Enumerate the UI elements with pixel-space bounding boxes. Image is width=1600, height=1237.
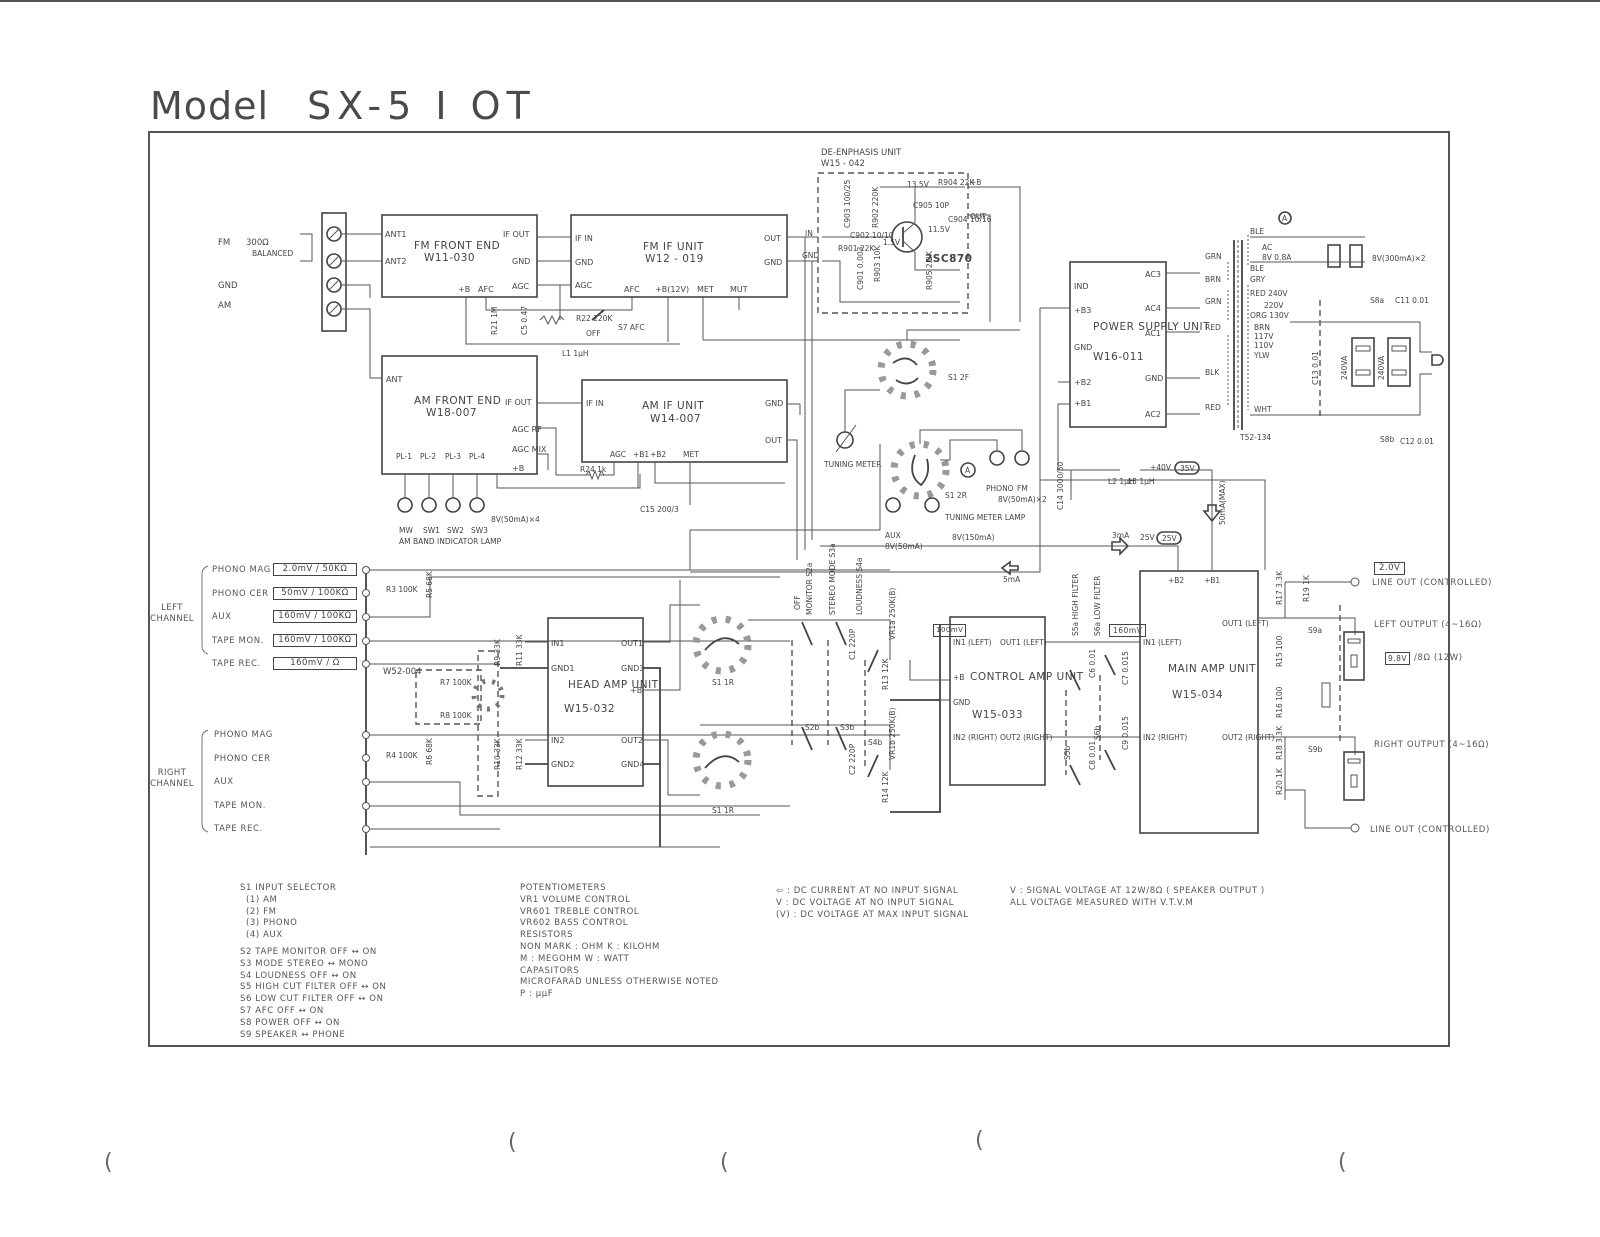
legend-line: S6 LOW CUT FILTER OFF ↔ ON — [240, 994, 384, 1005]
legend-line: S3 MODE STEREO ↔ MONO — [240, 958, 369, 969]
legend-line: CAPASITORS — [520, 965, 580, 976]
right-channel-bracket — [201, 729, 209, 833]
left-channel-bracket — [201, 565, 209, 655]
legend-line: VR602 BASS CONTROL — [520, 918, 629, 929]
legend-line: ALL VOLTAGE MEASURED WITH V.T.V.M — [1010, 897, 1194, 908]
channel-brackets — [201, 565, 209, 833]
legend-line: ⇦ : DC CURRENT AT NO INPUT SIGNAL — [776, 886, 959, 896]
input-left-phono-mag: PHONO MAG — [212, 565, 271, 575]
switch-legend: S1 INPUT SELECTOR (1) AM (2) FM (3) PHON… — [240, 883, 387, 1041]
legend-line: P : μμF — [520, 989, 554, 1000]
legend-line: M : MEGOHM W : WATT — [520, 953, 630, 964]
legend-line: VR601 TREBLE CONTROL — [520, 906, 640, 917]
sensitivity-tape-rec: 160mV / Ω — [273, 657, 357, 670]
legend-line: RESISTORS — [520, 930, 574, 941]
legend-line: S7 AFC OFF ↔ ON — [240, 1005, 324, 1016]
legend-line: MICROFARAD UNLESS OTHERWISE NOTED — [520, 977, 719, 988]
legend-line: (V) : DC VOLTAGE AT MAX INPUT SIGNAL — [776, 909, 969, 920]
legend-line: VR1 VOLUME CONTROL — [520, 894, 631, 905]
signal-voltage-legend: V : SIGNAL VOLTAGE AT 12W/8Ω ( SPEAKER O… — [1010, 886, 1265, 910]
input-right-aux: AUX — [214, 777, 234, 787]
legend-line: S4 LOUDNESS OFF ↔ ON — [240, 970, 357, 981]
input-left-phono-cer: PHONO CER — [212, 589, 269, 599]
binder-mark: ( — [104, 1150, 113, 1175]
input-right-tape-mon: TAPE MON. — [214, 801, 267, 811]
sensitivity-phono-mag: 2.0mV / 50KΩ — [273, 563, 357, 576]
legend-line: (3) PHONO — [246, 918, 298, 929]
binder-mark: ( — [720, 1150, 729, 1175]
legend-line: S1 INPUT SELECTOR — [240, 883, 337, 893]
input-right-phono-mag: PHONO MAG — [214, 730, 273, 740]
legend-line: S8 POWER OFF ↔ ON — [240, 1017, 340, 1028]
input-left-tape-rec: TAPE REC. — [212, 659, 261, 669]
input-left-tape-mon: TAPE MON. — [212, 636, 265, 646]
legend-line: V : DC VOLTAGE AT NO INPUT SIGNAL — [776, 897, 955, 908]
input-right-tape-rec: TAPE REC. — [214, 824, 263, 834]
legend-line: (4) AUX — [246, 930, 283, 941]
legend-line: NON MARK : OHM K : KILOHM — [520, 941, 660, 952]
legend-line: (2) FM — [246, 906, 277, 917]
binder-mark: ( — [975, 1128, 984, 1153]
legend-line: V : SIGNAL VOLTAGE AT 12W/8Ω ( SPEAKER O… — [1010, 886, 1265, 896]
sensitivity-aux: 160mV / 100KΩ — [273, 610, 357, 623]
input-left-aux: AUX — [212, 612, 232, 622]
binder-mark: ( — [1338, 1150, 1347, 1175]
input-right-phono-cer: PHONO CER — [214, 754, 271, 764]
legend-line: S9 SPEAKER ↔ PHONE — [240, 1029, 346, 1040]
legend-line: POTENTIOMETERS — [520, 883, 607, 893]
binder-mark: ( — [508, 1130, 517, 1155]
sensitivity-tape-mon: 160mV / 100KΩ — [273, 634, 357, 647]
legend-line: S2 TAPE MONITOR OFF ↔ ON — [240, 946, 377, 957]
legend-line: (1) AM — [246, 894, 278, 905]
legend-line: S5 HIGH CUT FILTER OFF ↔ ON — [240, 982, 387, 993]
symbol-legend: ⇦ : DC CURRENT AT NO INPUT SIGNAL V : DC… — [776, 886, 969, 921]
sensitivity-phono-cer: 50mV / 100KΩ — [273, 587, 357, 600]
component-legend: POTENTIOMETERS VR1 VOLUME CONTROL VR601 … — [520, 883, 719, 1001]
